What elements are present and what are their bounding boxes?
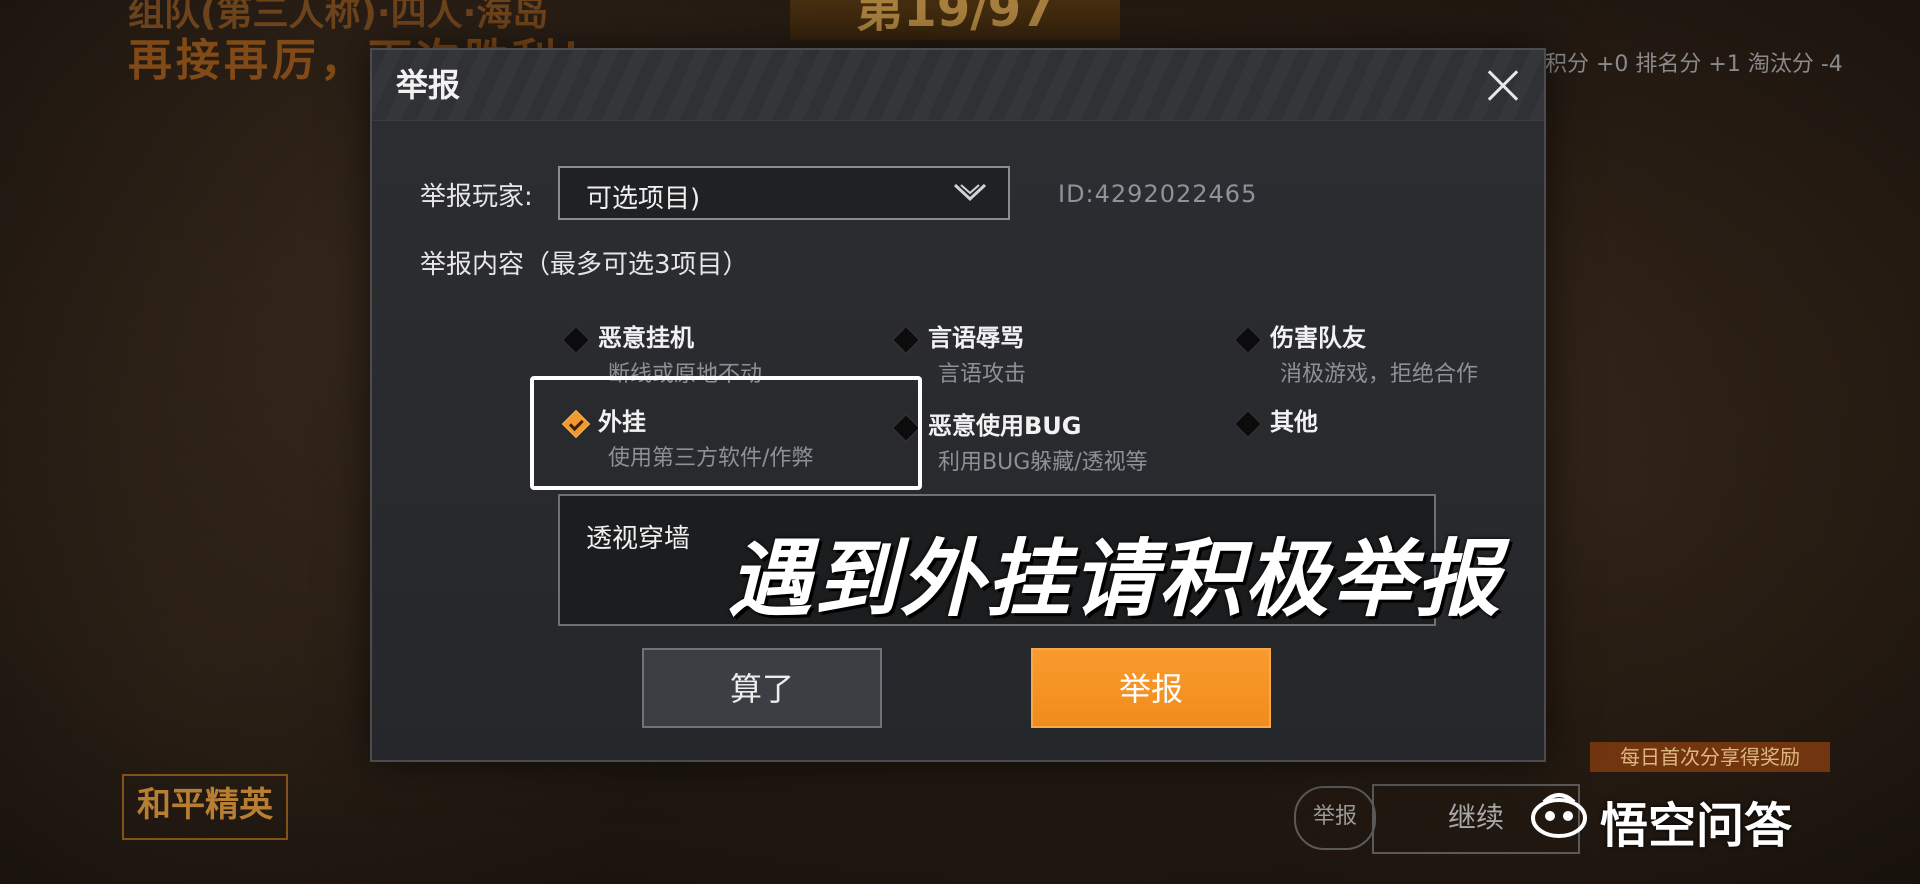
unchecked-diamond-icon <box>891 325 921 355</box>
share-promo-banner[interactable]: 每日首次分享得奖励 <box>1590 742 1830 772</box>
dialog-header: 举报 <box>372 50 1544 121</box>
option-title: 言语辱骂 <box>928 324 1024 352</box>
player-select[interactable]: 可选项目) <box>558 166 1010 220</box>
background-report-button[interactable]: 举报 <box>1294 786 1376 850</box>
cancel-button[interactable]: 算了 <box>642 648 882 728</box>
option-title: 恶意使用BUG <box>928 412 1082 440</box>
submit-report-button[interactable]: 举报 <box>1031 648 1271 728</box>
close-icon[interactable] <box>1476 58 1530 112</box>
player-label: 举报玩家: <box>420 182 533 212</box>
option-desc: 言语攻击 <box>938 362 1027 387</box>
highlight-annotation-box <box>530 376 922 490</box>
option-desc: 利用BUG躲藏/透视等 <box>938 450 1148 475</box>
chevron-down-icon <box>953 183 987 202</box>
option-teamkill[interactable]: 伤害队友 消极游戏，拒绝合作 <box>1233 318 1538 398</box>
player-select-value: 可选项目) <box>586 184 701 214</box>
unchecked-diamond-icon <box>1233 409 1263 439</box>
wukong-logo-icon <box>1531 793 1587 838</box>
content-label: 举报内容（最多可选3项目） <box>420 250 749 280</box>
report-detail-value: 透视穿墙 <box>586 524 691 554</box>
option-desc: 消极游戏，拒绝合作 <box>1280 362 1479 387</box>
watermark-text: 悟空问答 <box>1600 798 1793 854</box>
unchecked-diamond-icon <box>561 325 591 355</box>
option-abuse[interactable]: 言语辱骂 言语攻击 <box>891 318 1196 398</box>
unchecked-diamond-icon <box>1233 325 1263 355</box>
option-title: 恶意挂机 <box>598 324 694 352</box>
overlay-caption: 遇到外挂请积极举报 <box>728 530 1503 628</box>
player-id: ID:4292022465 <box>1058 180 1258 208</box>
option-bug[interactable]: 恶意使用BUG 利用BUG躲藏/透视等 <box>891 406 1196 486</box>
score-summary: 积分 +0 排名分 +1 淘汰分 -4 <box>1545 52 1843 77</box>
option-title: 伤害队友 <box>1270 324 1366 352</box>
dialog-title: 举报 <box>396 66 461 104</box>
option-title: 其他 <box>1270 408 1318 436</box>
option-other[interactable]: 其他 <box>1233 402 1538 482</box>
game-logo: 和平精英 <box>122 774 288 840</box>
rank-badge: 第19/97 <box>790 0 1120 40</box>
